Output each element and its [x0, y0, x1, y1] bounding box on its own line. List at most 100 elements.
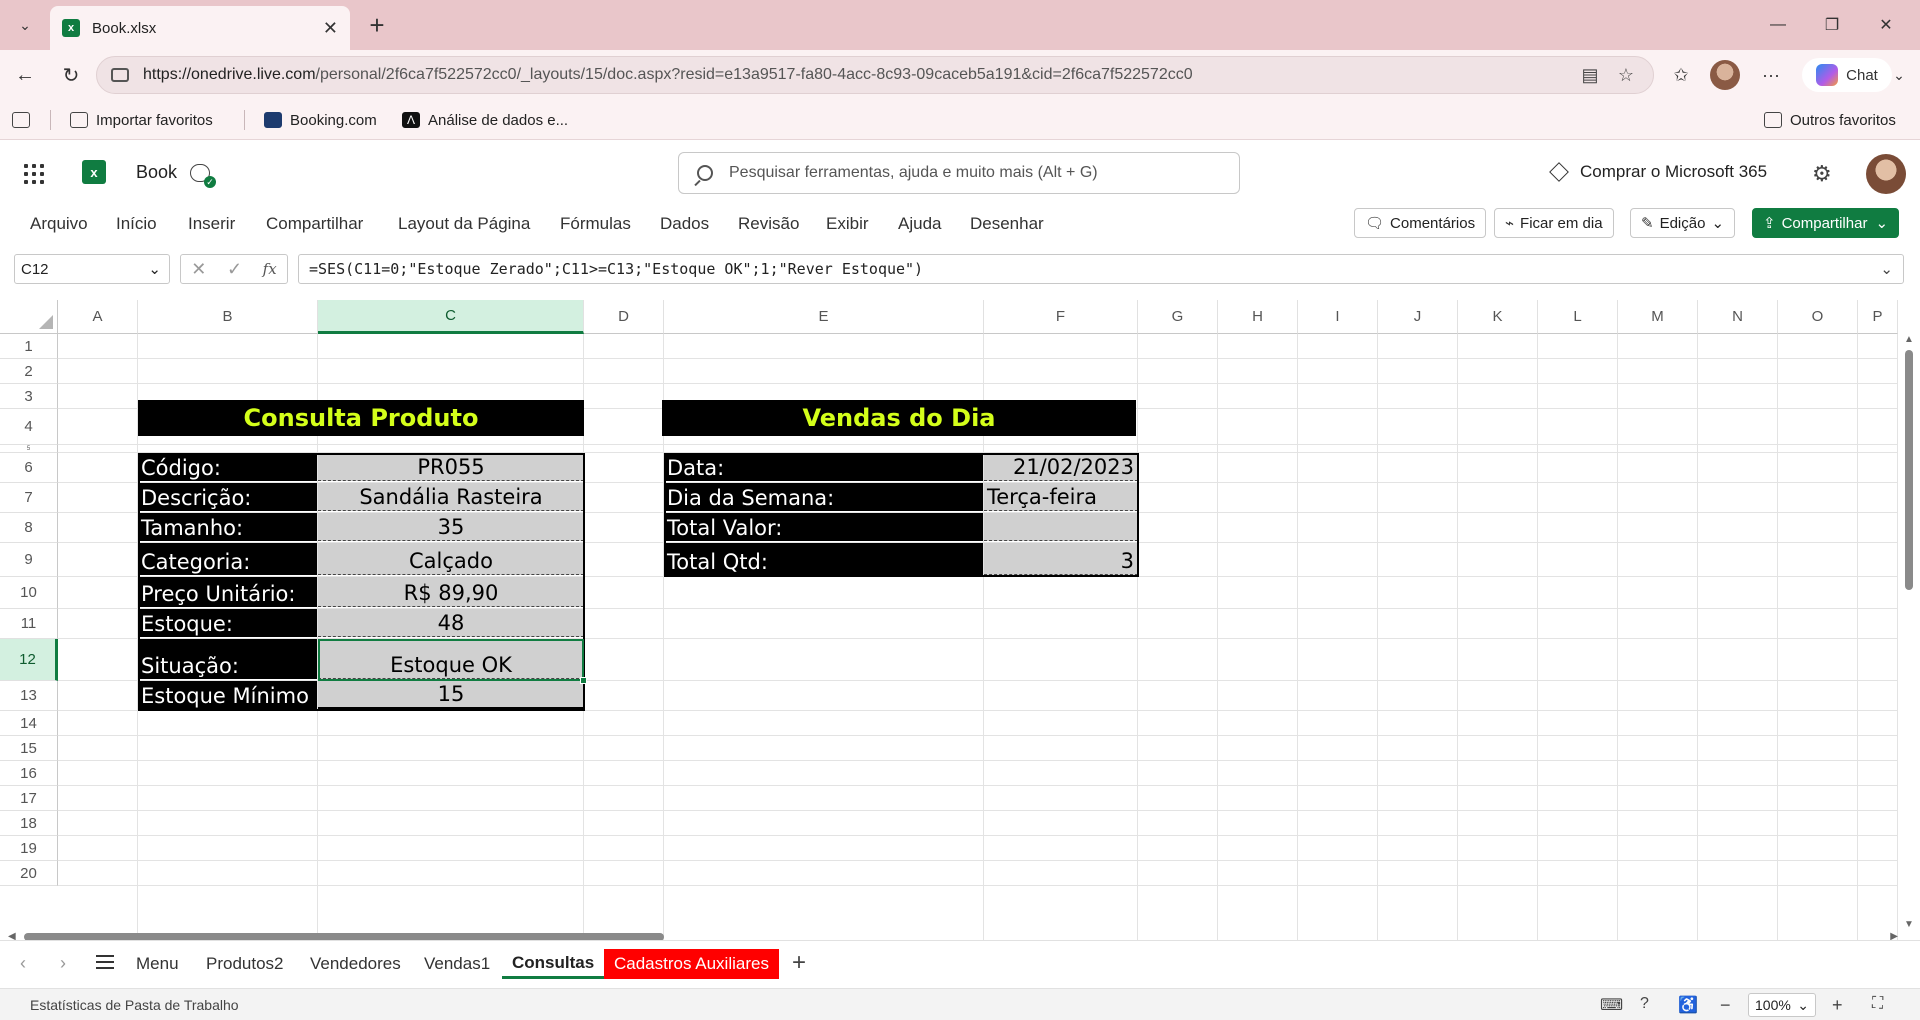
consulta-label[interactable]: Tamanho: [138, 513, 317, 541]
browser-tab-book[interactable]: x Book.xlsx ✕ [50, 6, 350, 50]
saved-to-cloud-icon[interactable] [190, 164, 216, 188]
row-header-17[interactable]: 17 [0, 786, 58, 811]
vendas-value[interactable]: 3 [984, 543, 1138, 575]
sheet-tab-consultas[interactable]: Consultas [502, 949, 605, 979]
row-header-8[interactable]: 8 [0, 513, 58, 543]
consulta-value[interactable]: 35 [318, 513, 584, 541]
tab-inicio[interactable]: Início [116, 214, 157, 234]
row-header-6[interactable]: 6 [0, 453, 58, 483]
row-header-13[interactable]: 13 [0, 681, 58, 711]
row-header-5[interactable]: 5 [0, 445, 58, 453]
column-header-l[interactable]: L [1538, 300, 1618, 334]
workbook-name[interactable]: Book [136, 162, 177, 183]
row-header-4[interactable]: 4 [0, 409, 58, 445]
select-all-corner[interactable] [0, 300, 58, 334]
consulta-label[interactable]: Descrição: [138, 483, 317, 511]
restore-window-icon[interactable]: ❐ [1812, 10, 1852, 40]
sheet-tab-vendas1[interactable]: Vendas1 [414, 949, 500, 979]
column-header-e[interactable]: E [664, 300, 984, 334]
vendas-value[interactable]: Terça-feira [984, 483, 1138, 511]
consulta-value[interactable]: Calçado [318, 543, 584, 575]
previous-sheet-chevron-icon[interactable]: ‹ [20, 953, 26, 974]
tab-arquivo[interactable]: Arquivo [30, 214, 88, 234]
reader-view-icon[interactable]: ▤ [1577, 62, 1603, 88]
consulta-value[interactable]: Sandália Rasteira [318, 483, 584, 511]
minimize-window-icon[interactable]: — [1758, 10, 1798, 40]
favorite-import[interactable]: Importar favoritos [70, 108, 213, 132]
keyboard-icon[interactable]: ⌨ [1600, 995, 1623, 1015]
sheet-tab-produtos2[interactable]: Produtos2 [196, 949, 294, 979]
row-header-9[interactable]: 9 [0, 543, 58, 577]
row-header-1[interactable]: 1 [0, 334, 58, 359]
column-header-d[interactable]: D [584, 300, 664, 334]
tab-layout[interactable]: Layout da Página [398, 214, 530, 234]
consulta-value[interactable]: 48 [318, 609, 584, 637]
expand-formula-chevron-icon[interactable]: ⌄ [1880, 260, 1893, 278]
tab-dados[interactable]: Dados [660, 214, 709, 234]
workbook-statistics[interactable]: Estatísticas de Pasta de Trabalho [30, 997, 239, 1013]
collections-icon[interactable] [12, 108, 30, 132]
row-header-18[interactable]: 18 [0, 811, 58, 836]
consulta-value[interactable]: PR055 [318, 453, 584, 481]
account-avatar[interactable] [1866, 154, 1906, 194]
address-bar[interactable]: https://onedrive.live.com/personal/2f6ca… [96, 56, 1654, 94]
consulta-label[interactable]: Estoque: [138, 609, 317, 637]
sheet-tab-cadastros-auxiliares[interactable]: Cadastros Auxiliares [604, 949, 779, 979]
help-icon[interactable]: ? [1640, 995, 1649, 1013]
horizontal-scrollbar[interactable]: ◀ ▶ [8, 930, 1898, 940]
vendas-label[interactable]: Dia da Semana: [664, 483, 983, 511]
row-header-11[interactable]: 11 [0, 609, 58, 639]
row-header-10[interactable]: 10 [0, 577, 58, 609]
vendas-label[interactable]: Data: [664, 453, 983, 481]
site-info-lock-icon[interactable] [111, 68, 129, 82]
tab-formulas[interactable]: Fórmulas [560, 214, 631, 234]
row-header-20[interactable]: 20 [0, 861, 58, 886]
chevron-down-icon[interactable]: ⌄ [148, 260, 161, 278]
column-header-c[interactable]: C [318, 300, 584, 334]
spreadsheet-grid[interactable]: ABCDEFGHIJKLMNOP 1 2 3 4 5 6 7 8 9 10 11 12 13 14 15 16… [0, 290, 1920, 940]
new-tab-plus-icon[interactable]: + [362, 10, 392, 40]
reload-icon[interactable]: ↻ [56, 60, 86, 90]
column-header-a[interactable]: A [58, 300, 138, 334]
scroll-left-icon[interactable]: ◀ [8, 931, 16, 940]
sheet-tab-vendedores[interactable]: Vendedores [300, 949, 411, 979]
consulta-label[interactable]: Código: [138, 453, 317, 481]
app-launcher-waffle-icon[interactable] [24, 164, 44, 184]
column-header-g[interactable]: G [1138, 300, 1218, 334]
tab-inserir[interactable]: Inserir [188, 214, 235, 234]
tab-desenhar[interactable]: Desenhar [970, 214, 1044, 234]
row-header-3[interactable]: 3 [0, 384, 58, 409]
vendas-label[interactable]: Total Qtd: [664, 543, 983, 575]
sheet-tab-menu[interactable]: Menu [126, 949, 189, 979]
column-header-j[interactable]: J [1378, 300, 1458, 334]
column-header-p[interactable]: P [1858, 300, 1898, 334]
close-tab-icon[interactable]: ✕ [323, 18, 338, 39]
all-sheets-menu-icon[interactable] [96, 955, 114, 969]
vendas-value[interactable] [984, 513, 1138, 541]
column-header-o[interactable]: O [1778, 300, 1858, 334]
vendas-value[interactable]: 21/02/2023 [984, 453, 1138, 481]
tab-revisao[interactable]: Revisão [738, 214, 799, 234]
row-header-7[interactable]: 7 [0, 483, 58, 513]
consulta-label[interactable]: Categoria: [138, 543, 317, 575]
column-header-n[interactable]: N [1698, 300, 1778, 334]
copilot-chat-button[interactable]: Chat [1802, 58, 1892, 92]
insert-function-icon[interactable]: fx [263, 260, 277, 278]
editing-mode-button[interactable]: ✎ Edição ⌄ [1630, 208, 1736, 238]
row-header-2[interactable]: 2 [0, 359, 58, 384]
consulta-value[interactable]: R$ 89,90 [318, 577, 584, 607]
column-header-i[interactable]: I [1298, 300, 1378, 334]
vendas-label[interactable]: Total Valor: [664, 513, 983, 541]
scroll-down-icon[interactable]: ▼ [1904, 919, 1914, 930]
tab-exibir[interactable]: Exibir [826, 214, 869, 234]
horizontal-scroll-thumb[interactable] [24, 933, 664, 940]
row-header-12[interactable]: 12 [0, 639, 58, 681]
accessibility-icon[interactable]: ♿ [1678, 995, 1698, 1015]
zoom-in-icon[interactable]: + [1832, 995, 1843, 1016]
close-window-icon[interactable]: ✕ [1866, 10, 1906, 40]
add-sheet-plus-icon[interactable]: + [792, 949, 806, 977]
consulta-value[interactable]: 15 [318, 681, 584, 709]
catch-up-button[interactable]: ⌁ Ficar em dia [1494, 208, 1614, 238]
row-header-19[interactable]: 19 [0, 836, 58, 861]
url-text[interactable]: https://onedrive.live.com/personal/2f6ca… [143, 66, 1567, 84]
